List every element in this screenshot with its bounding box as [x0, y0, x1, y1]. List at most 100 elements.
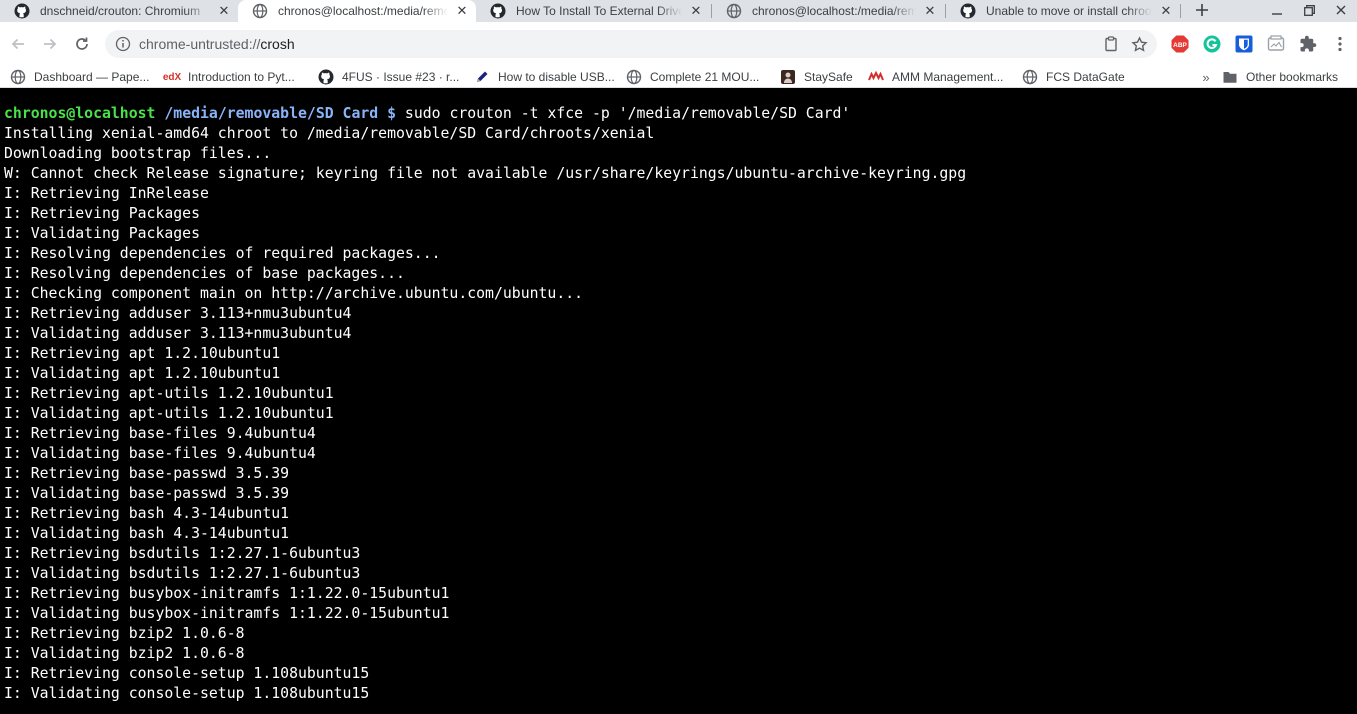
address-bar[interactable]: chrome-untrusted://crosh [105, 30, 1157, 58]
terminal-output-line: I: Validating bzip2 1.0.6-8 [4, 645, 245, 662]
bookmark-label: Complete 21 MOU... [650, 70, 760, 84]
close-icon[interactable]: ✕ [216, 3, 232, 19]
terminal-output-line: I: Resolving dependencies of base packag… [4, 265, 405, 282]
url-scheme: chrome-untrusted:// [139, 36, 261, 52]
terminal-output-line: I: Retrieving InRelease [4, 185, 209, 202]
tab-title: dnschneid/crouton: Chromium [40, 4, 201, 18]
info-icon[interactable] [115, 36, 131, 52]
close-icon[interactable]: ✕ [1158, 3, 1174, 19]
terminal-output-line: I: Retrieving Packages [4, 205, 200, 222]
minimize-button[interactable] [1261, 0, 1293, 20]
terminal-output-line: I: Validating base-passwd 3.5.39 [4, 485, 290, 502]
terminal-output-line: I: Retrieving bash 4.3-14ubuntu1 [4, 505, 290, 522]
restore-icon [1303, 4, 1315, 16]
terminal-output-line: I: Validating bsdutils 1:2.27.1-6ubuntu3 [4, 565, 361, 582]
terminal-output-line: Installing xenial-amd64 chroot to /media… [4, 125, 655, 142]
bookmark-issue[interactable]: 4FUS · Issue #23 · r... [318, 66, 459, 88]
close-icon[interactable]: ✕ [454, 3, 470, 19]
dashboard-icon [10, 69, 26, 85]
tab-title: chronos@localhost:/media/removable/SD Ca… [752, 4, 916, 18]
bitwarden-icon[interactable] [1234, 34, 1254, 54]
terminal-output-line: I: Validating base-files 9.4ubuntu4 [4, 445, 316, 462]
window-controls [1261, 0, 1357, 20]
globe-icon [626, 69, 642, 85]
bookmark-label: Dashboard — Pape... [34, 70, 150, 84]
omnibox-actions [1101, 34, 1149, 54]
puzzle-icon[interactable] [1298, 34, 1318, 54]
plus-icon [1196, 4, 1208, 16]
tab-title: How To Install To External Drive [516, 4, 682, 18]
terminal-output-line: I: Validating apt 1.2.10ubuntu1 [4, 365, 281, 382]
globe-icon [726, 3, 742, 19]
bookmark-fcs-datagate[interactable]: FCS DataGate [1022, 66, 1125, 88]
edx-icon: edX [162, 71, 182, 83]
close-icon[interactable]: ✕ [922, 3, 938, 19]
bookmark-label: 4FUS · Issue #23 · r... [342, 70, 460, 84]
url-text: chrome-untrusted://crosh [139, 36, 295, 52]
reload-button[interactable] [70, 32, 94, 56]
bookmark-dashboard[interactable]: Dashboard — Pape... [10, 66, 149, 88]
crosh-terminal[interactable]: chronos@localhost /media/removable/SD Ca… [0, 96, 1357, 714]
terminal-output-line: I: Retrieving console-setup 1.108ubuntu1… [4, 665, 370, 682]
pen-icon [474, 69, 490, 85]
terminal-output-line: W: Cannot check Release signature; keyri… [4, 165, 967, 182]
terminal-output-line: I: Validating console-setup 1.108ubuntu1… [4, 685, 370, 702]
bookmarks-bar: Dashboard — Pape... edX Introduction to … [0, 66, 1357, 88]
bookmark-python-intro[interactable]: edX Introduction to Pyt... [162, 66, 295, 88]
bookmark-complete-mou[interactable]: Complete 21 MOU... [626, 66, 759, 88]
terminal-output-line: I: Retrieving base-passwd 3.5.39 [4, 465, 290, 482]
globe-icon [252, 3, 268, 19]
tab-crosh-active[interactable]: chronos@localhost:/media/removable/SD Ca… [238, 0, 476, 22]
folder-icon [1222, 69, 1238, 85]
terminal-output-line: I: Retrieving adduser 3.113+nmu3ubuntu4 [4, 305, 352, 322]
tab-external-drive[interactable]: How To Install To External Drive ✕ [476, 0, 710, 22]
restore-button[interactable] [1293, 0, 1325, 20]
close-icon[interactable]: ✕ [688, 3, 704, 19]
github-icon [960, 3, 976, 19]
svg-text:ABP: ABP [1173, 42, 1187, 49]
globe-icon [1022, 69, 1038, 85]
terminal-output-line: I: Validating apt-utils 1.2.10ubuntu1 [4, 405, 334, 422]
arrow-left-icon [11, 38, 24, 50]
terminal-output-line: I: Resolving dependencies of required pa… [4, 245, 441, 262]
terminal-command-line: chronos@localhost /media/removable/SD Ca… [4, 104, 1357, 124]
reload-icon [76, 37, 88, 50]
forward-button[interactable] [38, 32, 62, 56]
browser-toolbar: chrome-untrusted://crosh ABP [0, 22, 1357, 66]
close-window-button[interactable] [1325, 0, 1357, 20]
arrow-right-icon [44, 38, 57, 50]
bookmark-label: Introduction to Pyt... [188, 70, 295, 84]
terminal-output-line: I: Validating adduser 3.113+nmu3ubuntu4 [4, 325, 352, 342]
chevron-double-right-icon[interactable]: » [1198, 68, 1214, 86]
tab-crouton-repo[interactable]: dnschneid/crouton: Chromium ✕ [0, 0, 238, 22]
bookmark-amm-management[interactable]: AMM Management... [868, 66, 1003, 88]
clipboard-icon[interactable] [1101, 34, 1121, 54]
terminal-output-line: I: Retrieving base-files 9.4ubuntu4 [4, 425, 316, 442]
prompt-path: /media/removable/SD Card $ [164, 105, 396, 122]
bookmark-label: FCS DataGate [1046, 70, 1125, 84]
bookmark-label: StaySafe [804, 70, 853, 84]
tab-unable-to-move[interactable]: Unable to move or install chroot ✕ [946, 0, 1180, 22]
terminal-command: sudo crouton -t xfce -p '/media/removabl… [396, 105, 851, 122]
tab-crosh-second[interactable]: chronos@localhost:/media/removable/SD Ca… [712, 0, 944, 22]
terminal-output-line: I: Validating busybox-initramfs 1:1.22.0… [4, 605, 450, 622]
star-icon[interactable] [1129, 34, 1149, 54]
amm-icon [868, 69, 884, 85]
tab-title: chronos@localhost:/media/removable/SD Ca… [278, 4, 448, 18]
github-icon [490, 3, 506, 19]
terminal-output-line: I: Retrieving busybox-initramfs 1:1.22.0… [4, 585, 450, 602]
menu-icon[interactable] [1330, 34, 1350, 54]
screenshot-icon[interactable] [1266, 34, 1286, 54]
bookmark-other[interactable]: Other bookmarks [1222, 66, 1338, 88]
grammarly-icon[interactable] [1202, 34, 1222, 54]
prompt-user: chronos@localhost [4, 105, 156, 122]
bookmark-disable-usb[interactable]: How to disable USB... [474, 66, 615, 88]
new-tab-button[interactable] [1190, 0, 1214, 20]
github-icon [14, 3, 30, 19]
bookmark-staysafe[interactable]: StaySafe [780, 66, 853, 88]
abp-icon[interactable]: ABP [1170, 34, 1190, 54]
terminal-output: Installing xenial-amd64 chroot to /media… [4, 124, 1357, 704]
bookmark-label: How to disable USB... [498, 70, 615, 84]
back-button[interactable] [6, 32, 30, 56]
terminal-output-line: I: Validating Packages [4, 225, 200, 242]
